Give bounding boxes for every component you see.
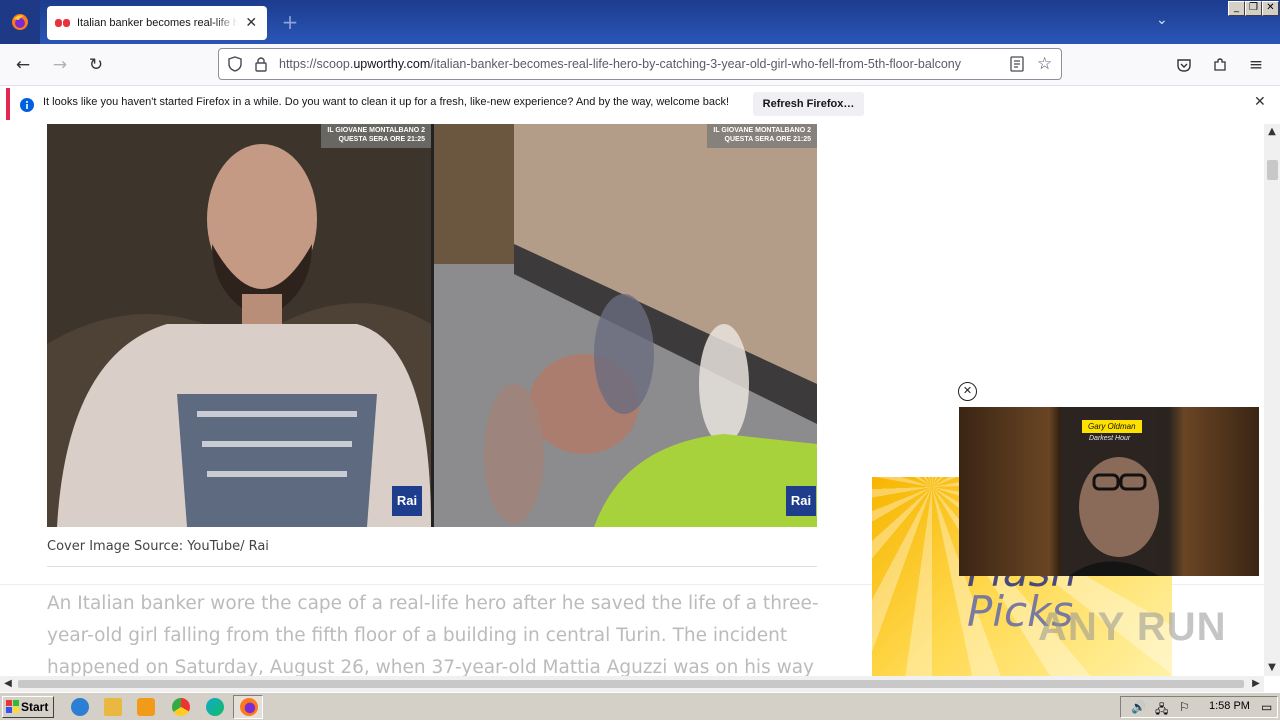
scroll-down-icon[interactable]: ▼ (1264, 660, 1280, 676)
ie-icon[interactable] (71, 698, 89, 716)
pocket-icon[interactable] (1171, 52, 1197, 78)
minimize-button[interactable]: _ (1228, 1, 1245, 16)
network-icon[interactable]: 🖧 (1155, 700, 1168, 721)
upworthy-favicon-icon (55, 14, 71, 33)
back-arrow-icon[interactable]: ← (10, 52, 36, 78)
image-caption: Cover Image Source: YouTube/ Rai (47, 539, 269, 554)
close-window-button[interactable]: ✕ (1262, 1, 1279, 16)
scroll-up-icon[interactable]: ▲ (1264, 124, 1280, 140)
chrome-icon[interactable] (172, 698, 190, 716)
firefox-taskbar-button[interactable] (233, 695, 263, 719)
photo-street-scene: IL GIOVANE MONTALBANO 2 QUESTA SERA ORE … (434, 124, 817, 527)
scroll-left-icon[interactable]: ◀ (0, 676, 16, 692)
clock: 1:58 PM (1209, 700, 1250, 712)
lock-icon[interactable] (254, 56, 268, 76)
scroll-thumb[interactable] (18, 680, 1244, 688)
reader-view-icon[interactable] (1010, 56, 1024, 76)
volume-icon[interactable]: 🔊 (1131, 700, 1146, 714)
edge-icon[interactable] (206, 698, 224, 716)
tab-close-icon[interactable]: ✕ (244, 15, 259, 31)
new-tab-button[interactable]: + (278, 10, 302, 34)
video-ad-player[interactable]: Gary Oldman Darkest Hour (959, 407, 1259, 576)
rai-logo: Rai (392, 486, 422, 516)
info-icon (20, 97, 34, 116)
broadcast-tag: IL GIOVANE MONTALBANO 2 QUESTA SERA ORE … (707, 124, 817, 148)
bookmark-star-icon[interactable]: ☆ (1037, 54, 1052, 74)
page-content: IL GIOVANE MONTALBANO 2 QUESTA SERA ORE … (0, 124, 1264, 676)
close-icon[interactable]: ✕ (1254, 94, 1266, 110)
tab-bar: Italian banker becomes real-life hero by… (0, 0, 1280, 44)
url-text[interactable]: https://scoop.upworthy.com/italian-banke… (279, 57, 1001, 71)
vertical-scrollbar[interactable]: ▲ ▼ (1264, 124, 1280, 676)
scroll-thumb[interactable] (1267, 160, 1278, 180)
navigation-bar: ← → ↻ https://scoop.upworthy.com/italian… (0, 44, 1280, 86)
broadcast-tag: IL GIOVANE MONTALBANO 2 QUESTA SERA ORE … (321, 124, 431, 148)
notification-bar: It looks like you haven't started Firefo… (6, 88, 1274, 120)
forward-arrow-icon[interactable]: → (47, 52, 73, 78)
hamburger-menu-icon[interactable]: ≡ (1243, 52, 1269, 78)
start-button[interactable]: Start (2, 696, 54, 718)
tab-title: Italian banker becomes real-life hero by… (77, 17, 238, 29)
tab-active[interactable]: Italian banker becomes real-life hero by… (47, 6, 267, 40)
tab-list-chevron-icon[interactable]: ⌄ (1156, 12, 1168, 28)
start-label: Start (21, 700, 49, 714)
reload-icon[interactable]: ↻ (83, 52, 109, 78)
folder-icon[interactable] (104, 698, 122, 716)
video-close-icon[interactable]: ✕ (958, 382, 977, 401)
rai-logo: Rai (786, 486, 816, 516)
scroll-right-icon[interactable]: ▶ (1248, 676, 1264, 692)
media-player-icon[interactable] (137, 698, 155, 716)
url-bar[interactable]: https://scoop.upworthy.com/italian-banke… (218, 48, 1062, 80)
firefox-menu-icon[interactable] (0, 0, 40, 44)
anyrun-watermark: ANY RUN (1038, 605, 1227, 649)
notification-text: It looks like you haven't started Firefo… (43, 96, 730, 108)
photo-portrait: IL GIOVANE MONTALBANO 2 QUESTA SERA ORE … (47, 124, 431, 527)
restore-button[interactable]: ❐ (1245, 1, 1262, 16)
divider (47, 566, 817, 567)
refresh-firefox-button[interactable]: Refresh Firefox… (753, 92, 864, 116)
windows-taskbar: Start 🔊 🖧 ⚐ 1:58 PM ▭ (0, 692, 1280, 720)
video-actor-label: Gary Oldman (1082, 420, 1142, 433)
show-desktop-icon[interactable]: ▭ (1261, 700, 1272, 714)
system-tray: 🔊 🖧 ⚐ 1:58 PM ▭ (1120, 696, 1278, 718)
flag-icon[interactable]: ⚐ (1179, 700, 1190, 714)
video-subtitle: Darkest Hour (1089, 435, 1131, 442)
horizontal-scrollbar[interactable]: ◀ ▶ (0, 676, 1264, 692)
extensions-icon[interactable] (1207, 52, 1233, 78)
shield-icon[interactable] (227, 56, 243, 76)
firefox-icon (240, 698, 258, 716)
article-body: An Italian banker wore the cape of a rea… (47, 593, 819, 676)
windows-logo-icon (6, 700, 20, 720)
